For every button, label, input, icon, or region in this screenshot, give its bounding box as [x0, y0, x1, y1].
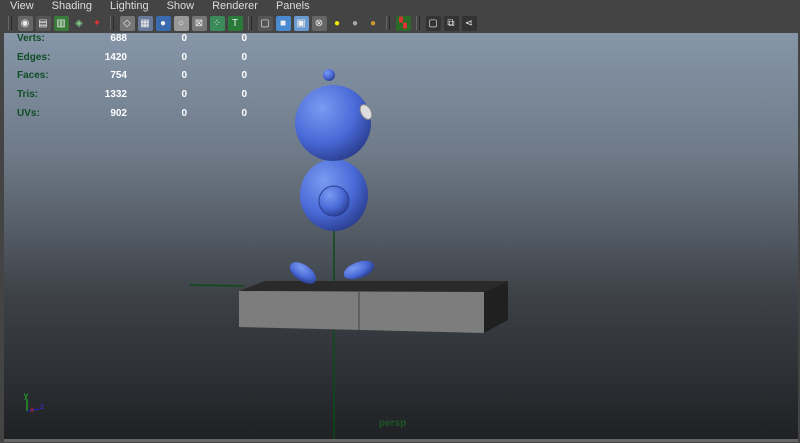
svg-text:y: y	[24, 391, 28, 400]
hud-value: 0	[241, 51, 247, 63]
camera-name-label: persp	[379, 418, 407, 429]
hud-label: UVs:	[17, 107, 40, 119]
image-plane-icon[interactable]: ◈	[72, 16, 87, 31]
gate-mask-icon[interactable]: ○	[173, 15, 189, 31]
hud-value: 1332	[104, 89, 127, 101]
menu-show[interactable]: Show	[157, 0, 203, 13]
hud-value: 0	[241, 107, 247, 119]
hud-value: 1420	[104, 51, 127, 63]
hud-label: Verts:	[17, 33, 45, 44]
menu-renderer[interactable]: Renderer	[202, 0, 266, 13]
xray-joints-icon[interactable]: ⧉	[443, 15, 459, 31]
grid-icon[interactable]: ◇	[119, 15, 135, 31]
hud-label: Faces:	[17, 70, 49, 82]
hud-value: 0	[181, 33, 187, 44]
hud-value: 0	[241, 89, 247, 101]
smooth-shade-icon[interactable]: ■	[275, 15, 291, 31]
wireframe-icon[interactable]: ▢	[257, 15, 273, 31]
hud-value: 902	[110, 107, 127, 119]
hud-value: 688	[110, 33, 127, 44]
hud-value: 754	[110, 70, 127, 82]
textured-icon[interactable]: ⊗	[311, 15, 327, 31]
menu-lighting[interactable]: Lighting	[100, 0, 157, 13]
poly-count-hud: Verts: 688 0 0 Edges: 1420 0 0 Faces: 754 0 0 Tri…	[17, 33, 247, 126]
menu-view[interactable]: View	[0, 0, 42, 13]
grid-line	[189, 284, 245, 287]
xray-icon[interactable]: ▢	[425, 15, 441, 31]
select-camera-icon[interactable]: ◉	[17, 15, 33, 31]
field-chart-icon[interactable]: ⊠	[191, 15, 207, 31]
hud-row-faces: Faces: 754 0 0	[17, 70, 247, 89]
hud-value: 0	[181, 89, 187, 101]
menu-panels[interactable]: Panels	[266, 0, 318, 13]
hud-label: Edges:	[17, 51, 51, 63]
bookmarks-icon[interactable]: ▥	[53, 15, 69, 31]
shadows-icon[interactable]: ●	[348, 16, 363, 31]
svg-text:z: z	[40, 402, 44, 411]
hud-value: 0	[181, 107, 187, 119]
platform-box[interactable]	[239, 281, 508, 333]
xray-components-icon[interactable]: ⋖	[461, 15, 477, 31]
svg-text:x: x	[30, 405, 34, 414]
perspective-viewport[interactable]: y x z Verts: 688 0 0 Edges: 1420 0 0 Faces: 754…	[4, 33, 798, 442]
hud-label: Tris:	[17, 89, 39, 101]
hud-value: 0	[241, 70, 247, 82]
use-all-lights-icon[interactable]: ●	[330, 16, 345, 31]
resolution-gate-icon[interactable]: ●	[155, 15, 171, 31]
menu-shading[interactable]: Shading	[42, 0, 100, 13]
panel-toolbar: ◉ ▤ ▥ ◈ ✦ ◇ ▦ ● ○ ⊠ ⁘ T ▢ ■ ▣ ⊗ ● ● ● ▚ …	[0, 13, 800, 33]
hud-row-verts: Verts: 688 0 0	[17, 33, 247, 52]
hud-value: 0	[241, 33, 247, 44]
character-model[interactable]	[286, 69, 377, 288]
safe-action-icon[interactable]: ⁘	[209, 15, 225, 31]
high-quality-icon[interactable]: ●	[366, 16, 381, 31]
safe-title-icon[interactable]: T	[227, 15, 243, 31]
menu-bar: View Shading Lighting Show Renderer Pane…	[0, 0, 800, 13]
film-gate-icon[interactable]: ▦	[137, 15, 153, 31]
wireframe-on-shaded-icon[interactable]: ▣	[293, 15, 309, 31]
hud-value: 0	[181, 51, 187, 63]
hud-row-uvs: UVs: 902 0 0	[17, 108, 247, 127]
hud-row-edges: Edges: 1420 0 0	[17, 52, 247, 71]
hud-value: 0	[181, 70, 187, 82]
isolate-select-icon[interactable]: ▚	[395, 15, 411, 31]
2d-pan-zoom-icon[interactable]: ✦	[90, 16, 105, 31]
axis-indicator: y x z	[24, 391, 44, 414]
hud-row-tris: Tris: 1332 0 0	[17, 89, 247, 108]
camera-attributes-icon[interactable]: ▤	[35, 15, 51, 31]
